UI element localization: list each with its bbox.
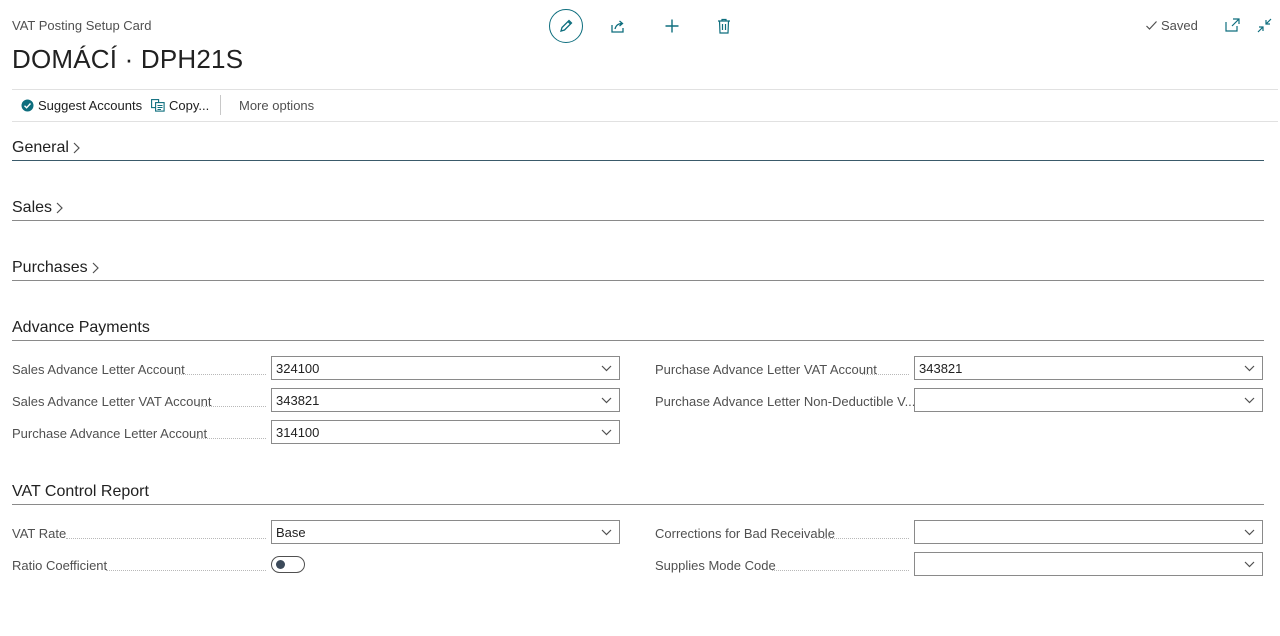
field-value: 314100 [276, 425, 320, 440]
edit-icon [560, 19, 573, 32]
vat-rate-label: VAT Rate [12, 526, 67, 541]
suggest-icon [21, 99, 34, 112]
chevron-down-icon [601, 397, 612, 404]
ratio-coefficient-label: Ratio Coefficient [12, 558, 108, 573]
section-general: General [12, 138, 1264, 161]
trash-icon [718, 18, 730, 34]
new-button[interactable] [655, 9, 689, 43]
check-icon [1146, 21, 1157, 30]
chevron-down-icon [1244, 397, 1255, 404]
field-value: 324100 [276, 361, 320, 376]
purch-adv-letter-account-field[interactable]: 314100 [271, 420, 620, 444]
dot-leader [862, 373, 909, 375]
suggest-accounts-button[interactable]: Suggest Accounts [21, 98, 142, 113]
sales-adv-letter-vat-account-label: Sales Advance Letter VAT Account [12, 394, 212, 409]
section-vat-control-report: VAT Control Report [12, 482, 1264, 505]
field-value: 343821 [276, 393, 320, 408]
purch-adv-letter-non-deductible-label: Purchase Advance Letter Non-Deductible V… [655, 394, 916, 409]
page-title: DOMÁCÍ · DPH21S [12, 44, 244, 74]
collapse-button[interactable] [1254, 15, 1274, 35]
section-purchases-title: Purchases [12, 259, 88, 276]
open-new-window-button[interactable] [1222, 15, 1242, 35]
edit-button[interactable] [549, 9, 583, 43]
purch-adv-letter-vat-account-label: Purchase Advance Letter VAT Account [655, 362, 877, 377]
section-purchases: Purchases [12, 258, 1264, 281]
chevron-down-icon [1244, 561, 1255, 568]
copy-icon [151, 99, 165, 112]
section-vat-control-report-title[interactable]: VAT Control Report [12, 483, 149, 501]
dot-leader [198, 405, 266, 407]
plus-icon [665, 19, 679, 33]
page-caption: VAT Posting Setup Card [12, 18, 152, 33]
dot-leader [772, 569, 909, 571]
dot-leader [823, 537, 909, 539]
copy-label: Copy... [169, 98, 210, 113]
chevron-down-icon [1244, 365, 1255, 372]
share-icon [611, 20, 624, 33]
field-value: Base [276, 525, 306, 540]
vat-rate-field[interactable]: Base [271, 520, 620, 544]
purch-adv-letter-account-label: Purchase Advance Letter Account [12, 426, 208, 441]
chevron-down-icon [601, 429, 612, 436]
dot-leader [176, 373, 266, 375]
chevron-right-icon [73, 142, 80, 154]
section-sales: Sales [12, 198, 1264, 221]
chevron-right-icon [56, 202, 63, 214]
section-sales-toggle[interactable]: Sales [12, 199, 64, 217]
supplies-mode-code-field[interactable] [914, 552, 1263, 576]
saved-label: Saved [1161, 18, 1198, 33]
section-purchases-toggle[interactable]: Purchases [12, 259, 100, 277]
section-sales-title: Sales [12, 199, 53, 216]
dot-leader [196, 437, 266, 439]
corrections-bad-receivable-field[interactable] [914, 520, 1263, 544]
corrections-bad-receivable-label: Corrections for Bad Receivable [655, 526, 835, 541]
sales-adv-letter-account-field[interactable]: 324100 [271, 356, 620, 380]
saved-status: Saved [1145, 18, 1198, 33]
share-button[interactable] [601, 9, 635, 43]
field-value: 343821 [919, 361, 963, 376]
section-general-title: General [12, 139, 69, 156]
section-advance-payments-title[interactable]: Advance Payments [12, 319, 150, 337]
sales-adv-letter-account-label: Sales Advance Letter Account [12, 362, 185, 377]
purch-adv-letter-non-deductible-field[interactable] [914, 388, 1263, 412]
supplies-mode-code-label: Supplies Mode Code [655, 558, 776, 573]
purch-adv-letter-vat-account-field[interactable]: 343821 [914, 356, 1263, 380]
chevron-down-icon [1244, 529, 1255, 536]
action-separator [220, 95, 221, 115]
action-bar: Suggest Accounts Copy... More options [12, 89, 1278, 122]
ratio-coefficient-toggle[interactable] [271, 556, 305, 573]
section-general-toggle[interactable]: General [12, 139, 81, 157]
chevron-right-icon [92, 262, 99, 274]
sales-adv-letter-vat-account-field[interactable]: 343821 [271, 388, 620, 412]
collapse-icon [1257, 18, 1271, 32]
more-options-button[interactable]: More options [239, 98, 314, 113]
dot-leader [106, 569, 266, 571]
toggle-knob [276, 560, 285, 569]
chevron-down-icon [601, 365, 612, 372]
copy-button[interactable]: Copy... [151, 98, 209, 113]
dot-leader [66, 537, 266, 539]
delete-button[interactable] [707, 9, 741, 43]
suggest-accounts-label: Suggest Accounts [38, 98, 143, 113]
chevron-down-icon [601, 529, 612, 536]
section-advance-payments: Advance Payments [12, 318, 1264, 341]
popout-icon [1224, 18, 1240, 32]
